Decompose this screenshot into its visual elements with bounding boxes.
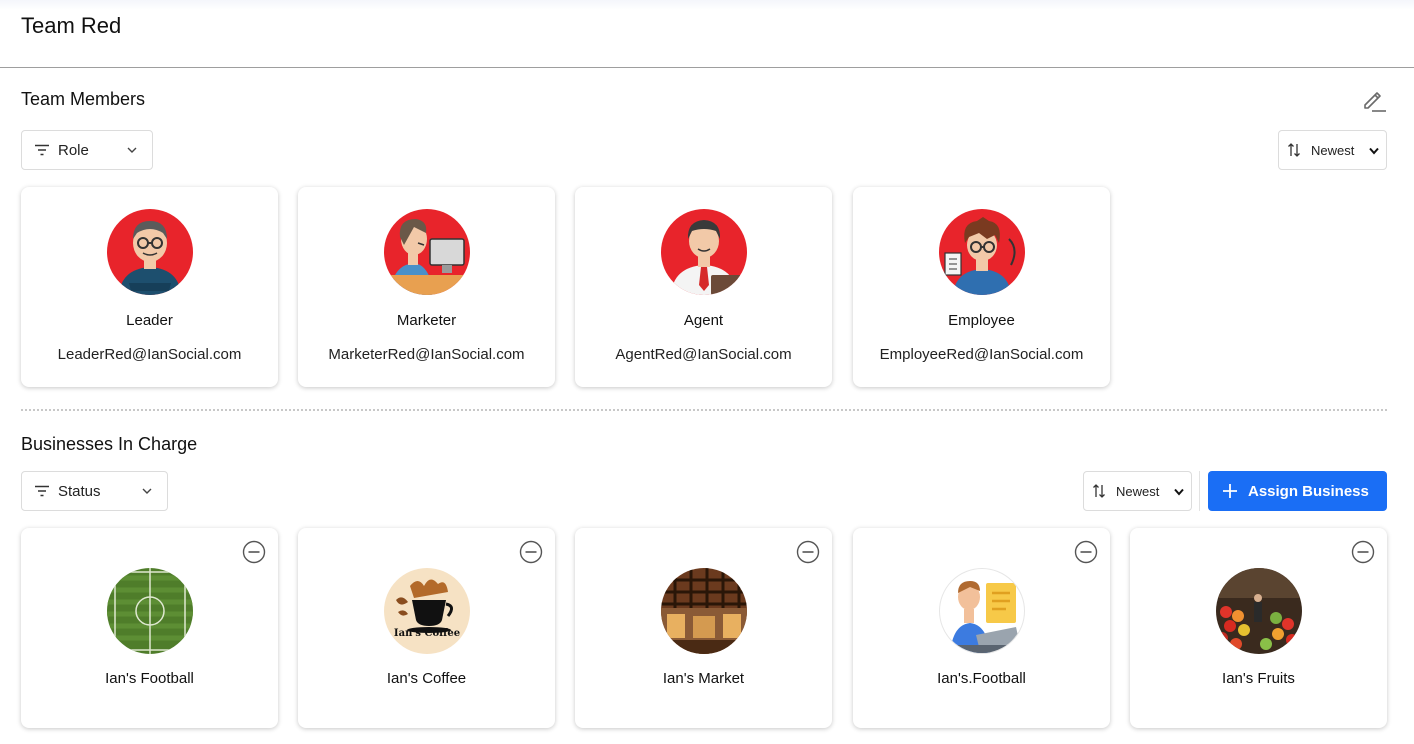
business-name: Ian's.Football bbox=[937, 670, 1026, 687]
team-members-title: Team Members bbox=[21, 89, 146, 109]
person-laptop-image bbox=[939, 568, 1025, 654]
business-name: Ian's Market bbox=[662, 670, 745, 687]
chevron-down-icon bbox=[142, 488, 152, 494]
plus-icon bbox=[1222, 483, 1238, 499]
member-card[interactable]: Agent AgentRed@IanSocial.com bbox=[575, 187, 832, 387]
member-card[interactable]: Marketer MarketerRed@IanSocial.com bbox=[298, 187, 555, 387]
remove-business-button[interactable] bbox=[1351, 540, 1375, 564]
business-name: Ian's Fruits bbox=[1222, 670, 1295, 687]
member-email: MarketerRed@IanSocial.com bbox=[328, 346, 525, 363]
page-title: Team Red bbox=[21, 13, 122, 38]
business-card[interactable]: Ian's Fruits bbox=[1130, 528, 1387, 728]
remove-business-button[interactable] bbox=[1074, 540, 1098, 564]
member-card[interactable]: Leader LeaderRed@IanSocial.com bbox=[21, 187, 278, 387]
business-card[interactable]: Ian's.Football bbox=[853, 528, 1110, 728]
business-card[interactable]: Ian's Coffee Ian's Coffee bbox=[298, 528, 555, 728]
business-name: Ian's Football bbox=[105, 670, 194, 687]
section-divider bbox=[21, 409, 1387, 411]
fruit-stand-image bbox=[1216, 568, 1302, 654]
remove-business-button[interactable] bbox=[519, 540, 543, 564]
member-role: Leader bbox=[126, 312, 173, 329]
member-email: AgentRed@IanSocial.com bbox=[615, 346, 792, 363]
business-sort-label: Newest bbox=[1116, 483, 1160, 499]
members-sort-select[interactable]: Newest bbox=[1278, 130, 1387, 170]
edit-button[interactable] bbox=[1361, 88, 1387, 114]
remove-business-button[interactable] bbox=[796, 540, 820, 564]
businesses-title: Businesses In Charge bbox=[21, 434, 198, 454]
football-field-image bbox=[107, 568, 193, 654]
role-filter-label: Role bbox=[58, 141, 89, 159]
status-filter-button[interactable]: Status bbox=[21, 471, 168, 511]
business-sort-select[interactable]: Newest bbox=[1083, 471, 1192, 511]
coffee-logo-text: Ian's Coffee bbox=[393, 628, 461, 639]
minus-circle-icon bbox=[796, 540, 820, 564]
member-email: EmployeeRed@IanSocial.com bbox=[879, 346, 1084, 363]
assign-business-button[interactable]: Assign Business bbox=[1208, 471, 1387, 511]
employee-avatar bbox=[939, 209, 1025, 295]
business-card[interactable]: Ian's Market bbox=[575, 528, 832, 728]
minus-circle-icon bbox=[242, 540, 266, 564]
minus-circle-icon bbox=[519, 540, 543, 564]
sort-icon bbox=[1288, 143, 1300, 157]
chevron-down-icon bbox=[127, 147, 137, 153]
agent-avatar bbox=[661, 209, 747, 295]
filter-icon bbox=[35, 485, 49, 497]
member-role: Marketer bbox=[396, 312, 457, 329]
coffee-logo-image: Ian's Coffee bbox=[384, 568, 470, 654]
market-interior-image bbox=[661, 568, 747, 654]
role-filter-button[interactable]: Role bbox=[21, 130, 153, 170]
sort-icon bbox=[1093, 484, 1105, 498]
members-sort-label: Newest bbox=[1311, 142, 1355, 158]
status-filter-label: Status bbox=[58, 482, 101, 500]
filter-icon bbox=[35, 144, 49, 156]
minus-circle-icon bbox=[1351, 540, 1375, 564]
remove-business-button[interactable] bbox=[242, 540, 266, 564]
pencil-icon bbox=[1364, 92, 1386, 112]
member-email: LeaderRed@IanSocial.com bbox=[57, 346, 242, 363]
assign-business-label: Assign Business bbox=[1248, 482, 1369, 500]
minus-circle-icon bbox=[1074, 540, 1098, 564]
caret-down-icon bbox=[1369, 147, 1379, 155]
leader-avatar bbox=[107, 209, 193, 295]
member-role: Agent bbox=[683, 312, 724, 329]
top-bar: Team Red bbox=[0, 0, 1414, 68]
caret-down-icon bbox=[1174, 488, 1184, 496]
member-role: Employee bbox=[948, 312, 1015, 329]
business-name: Ian's Coffee bbox=[386, 670, 467, 687]
marketer-avatar bbox=[384, 209, 470, 295]
toolbar-divider bbox=[1199, 471, 1200, 511]
business-card[interactable]: Ian's Football bbox=[21, 528, 278, 728]
member-card[interactable]: Employee EmployeeRed@IanSocial.com bbox=[853, 187, 1110, 387]
